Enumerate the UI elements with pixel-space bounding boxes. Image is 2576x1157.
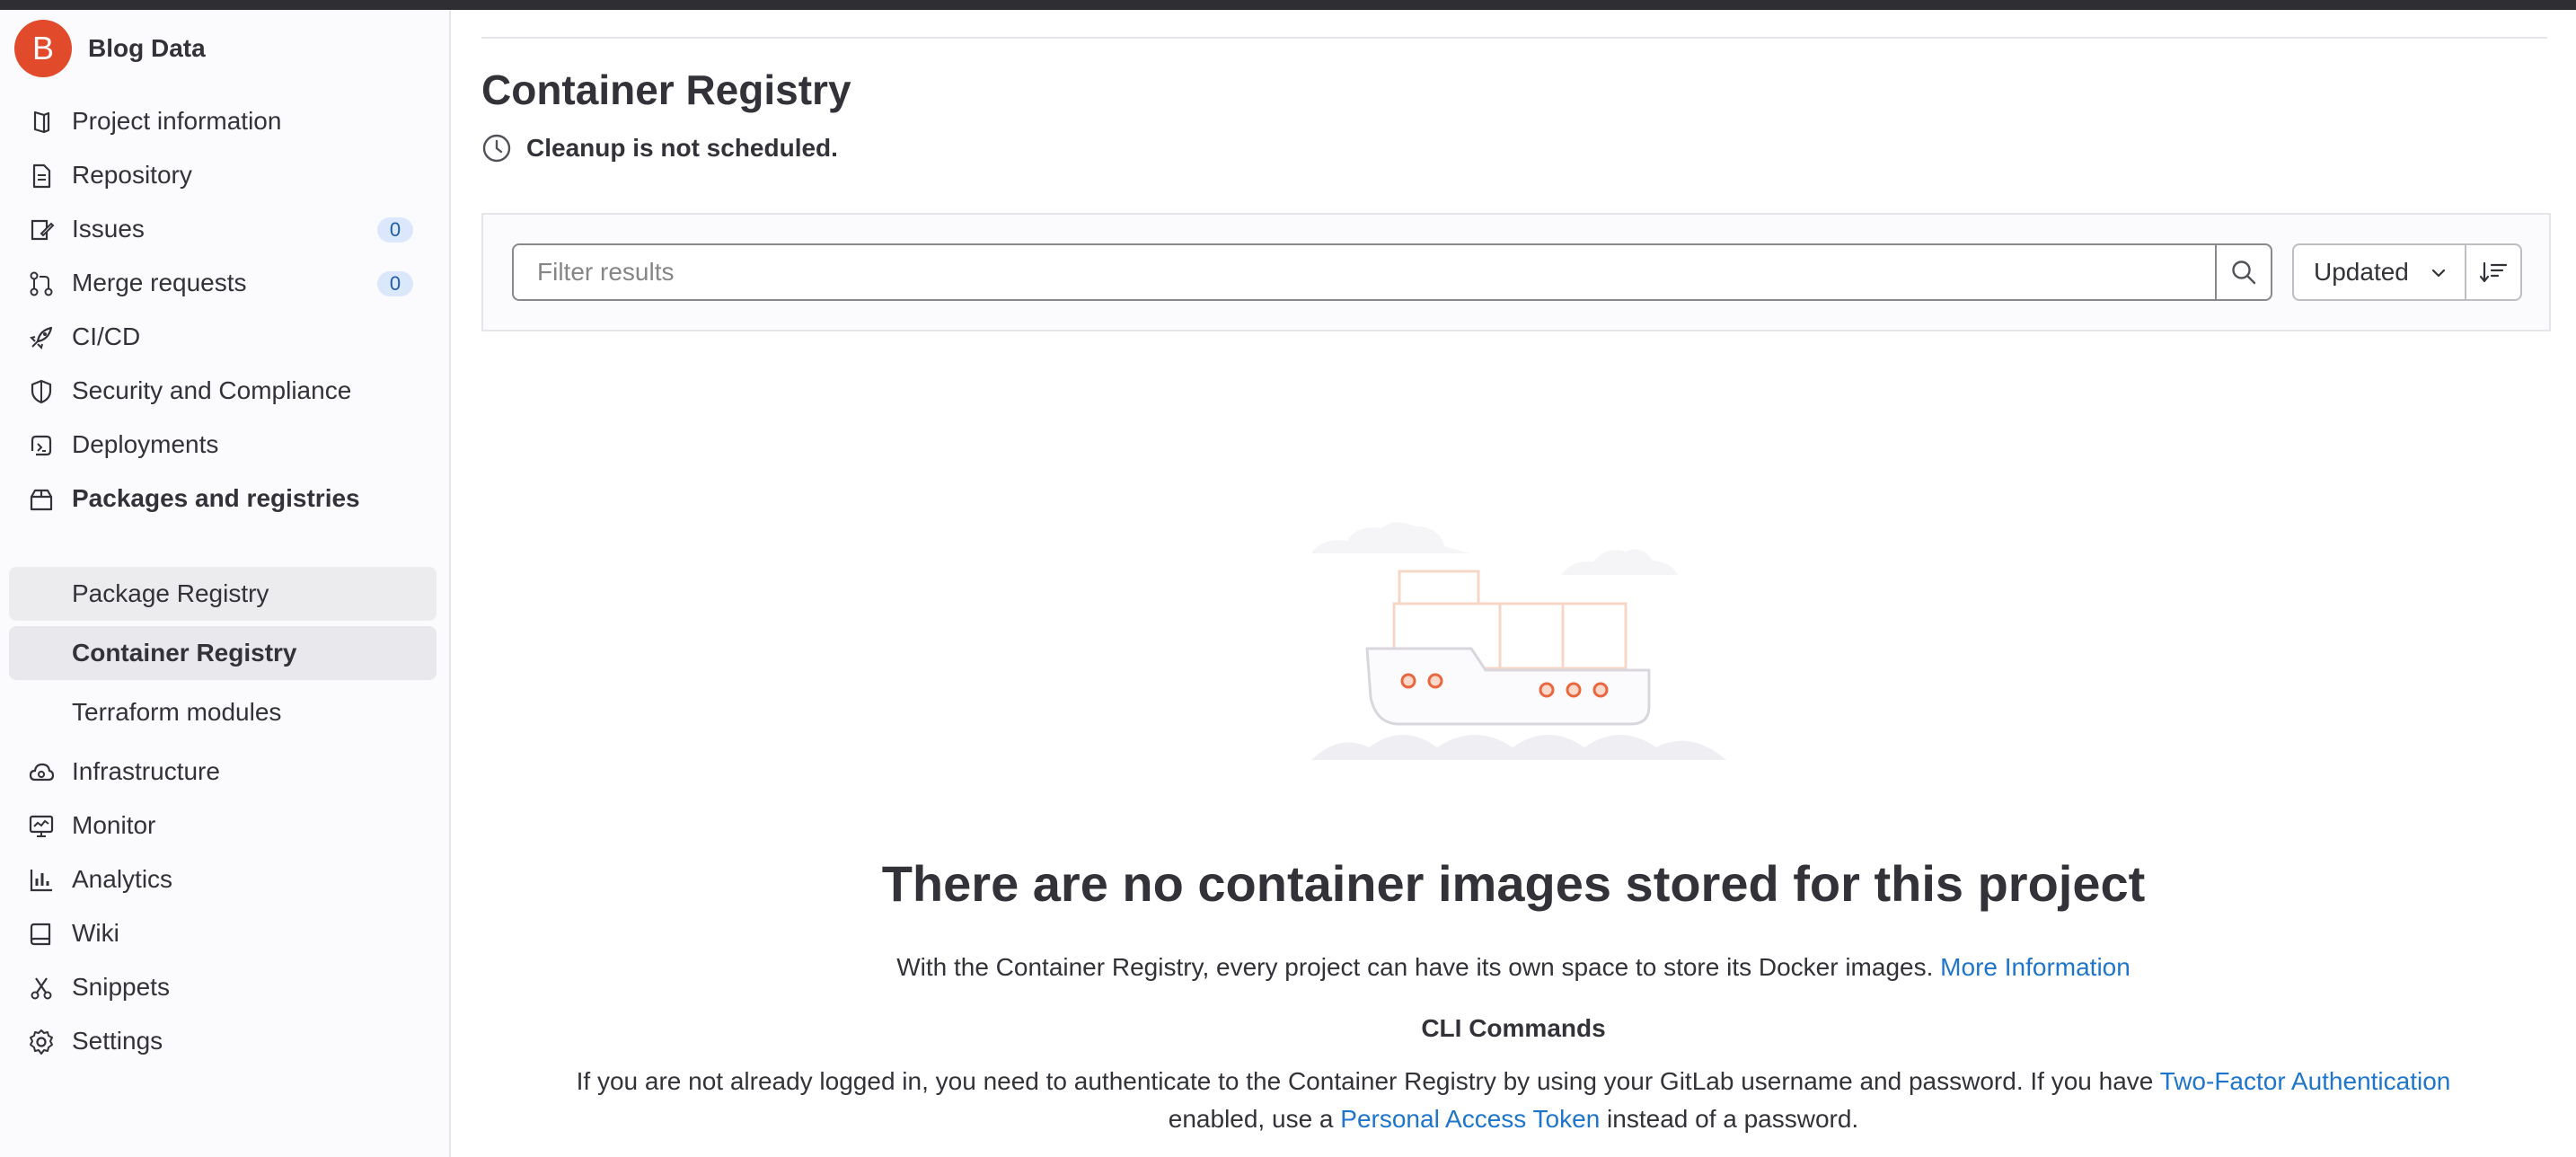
- project-info-icon: [33, 110, 50, 134]
- sidebar-item-infrastructure[interactable]: Infrastructure: [9, 745, 437, 799]
- shield-icon: [31, 379, 52, 404]
- sidebar-item-merge-requests[interactable]: Merge requests 0: [9, 256, 437, 310]
- sidebar-item-wiki[interactable]: Wiki: [9, 906, 437, 960]
- cli-text-1: If you are not already logged in, you ne…: [576, 1067, 2154, 1095]
- deployments-icon: [31, 435, 52, 456]
- sort-direction-button[interactable]: [2465, 243, 2522, 301]
- sidebar-item-label: Security and Compliance: [72, 376, 352, 404]
- sidebar-subitem-terraform-modules[interactable]: Terraform modules: [9, 685, 437, 739]
- sidebar-item-label: CI/CD: [72, 322, 141, 350]
- rocket-icon: [30, 326, 53, 349]
- sidebar-item-label: Settings: [72, 1027, 163, 1055]
- cli-commands-title: CLI Commands: [1421, 1014, 1606, 1042]
- sidebar-item-project-information[interactable]: Project information: [9, 94, 437, 148]
- scissors-icon: [31, 977, 52, 1000]
- sidebar-item-label: Monitor: [72, 811, 156, 839]
- sidebar-item-cicd[interactable]: CI/CD: [9, 310, 437, 364]
- search-icon: [2232, 261, 2256, 285]
- sidebar-item-label: Issues: [72, 215, 145, 243]
- sidebar-item-label: Project information: [72, 107, 282, 135]
- cli-commands-description: If you are not already logged in, you ne…: [478, 1063, 2549, 1138]
- cloud-gear-icon: [29, 763, 55, 782]
- two-factor-authentication-link[interactable]: Two-Factor Authentication: [2160, 1067, 2451, 1095]
- sidebar-item-monitor[interactable]: Monitor: [9, 799, 437, 852]
- sort-lowest-icon: [2479, 261, 2508, 283]
- sidebar-item-label: Merge requests: [72, 269, 247, 296]
- page-title: Container Registry: [481, 66, 851, 113]
- chevron-down-icon: [2431, 269, 2446, 278]
- sidebar-subitem-container-registry[interactable]: Container Registry: [9, 626, 437, 680]
- repository-icon: [32, 163, 51, 189]
- main-content: Container Registry Cleanup is not schedu…: [451, 10, 2576, 1157]
- clock-icon: [482, 134, 511, 163]
- filter-bar: Updated: [481, 213, 2551, 331]
- sidebar-item-label: Snippets: [72, 973, 170, 1001]
- sidebar-item-label: Deployments: [72, 430, 219, 458]
- sidebar-item-label: Container Registry: [72, 639, 297, 667]
- project-header[interactable]: B Blog Data: [14, 20, 206, 77]
- sidebar-item-label: Packages and registries: [72, 484, 360, 512]
- empty-state-description: With the Container Registry, every proje…: [451, 953, 2576, 982]
- search-button[interactable]: [2215, 243, 2272, 301]
- sort-dropdown-label: Updated: [2314, 258, 2409, 286]
- cleanup-status: Cleanup is not scheduled.: [481, 133, 838, 163]
- empty-state-description-text: With the Container Registry, every proje…: [896, 953, 1934, 981]
- sidebar-item-label: Analytics: [72, 865, 173, 893]
- cli-text-3: instead of a password.: [1607, 1105, 1859, 1133]
- gear-icon: [30, 1029, 53, 1055]
- sidebar-item-label: Infrastructure: [72, 757, 220, 785]
- sidebar-item-repository[interactable]: Repository: [9, 148, 437, 202]
- sidebar-item-label: Package Registry: [72, 579, 269, 607]
- sidebar-item-label: Terraform modules: [72, 698, 282, 726]
- project-name[interactable]: Blog Data: [88, 34, 206, 63]
- sidebar-item-packages-registries[interactable]: Packages and registries: [9, 472, 437, 526]
- sidebar-item-deployments[interactable]: Deployments: [9, 418, 437, 472]
- sidebar-item-issues[interactable]: Issues 0: [9, 202, 437, 256]
- merge-request-icon: [30, 271, 53, 296]
- cli-text-2: enabled, use a: [1168, 1105, 1334, 1133]
- chart-icon: [30, 870, 52, 892]
- sort-dropdown[interactable]: Updated: [2292, 243, 2466, 301]
- issues-count-badge: 0: [377, 217, 413, 243]
- project-avatar[interactable]: B: [14, 20, 72, 77]
- empty-state-title: There are no container images stored for…: [881, 855, 2146, 912]
- filter-input[interactable]: [512, 243, 2215, 301]
- top-navbar: [0, 0, 2576, 10]
- package-icon: [30, 489, 53, 511]
- sidebar-item-snippets[interactable]: Snippets: [9, 960, 437, 1014]
- sidebar: B Blog Data Project information Reposito…: [0, 10, 451, 1157]
- sidebar-item-security-compliance[interactable]: Security and Compliance: [9, 364, 437, 418]
- book-icon: [30, 923, 51, 946]
- merge-requests-count-badge: 0: [377, 271, 413, 296]
- sidebar-item-label: Repository: [72, 161, 192, 189]
- divider: [481, 37, 2547, 39]
- sidebar-subitem-package-registry[interactable]: Package Registry: [9, 567, 437, 621]
- sidebar-item-label: Wiki: [72, 919, 119, 947]
- monitor-icon: [29, 815, 54, 837]
- more-information-link[interactable]: More Information: [1940, 953, 2130, 981]
- sidebar-item-settings[interactable]: Settings: [9, 1014, 437, 1068]
- personal-access-token-link[interactable]: Personal Access Token: [1340, 1105, 1600, 1133]
- sidebar-item-analytics[interactable]: Analytics: [9, 852, 437, 906]
- issues-icon: [31, 219, 55, 241]
- cleanup-status-text: Cleanup is not scheduled.: [526, 134, 838, 162]
- container-ship-illustration: [1311, 522, 1726, 760]
